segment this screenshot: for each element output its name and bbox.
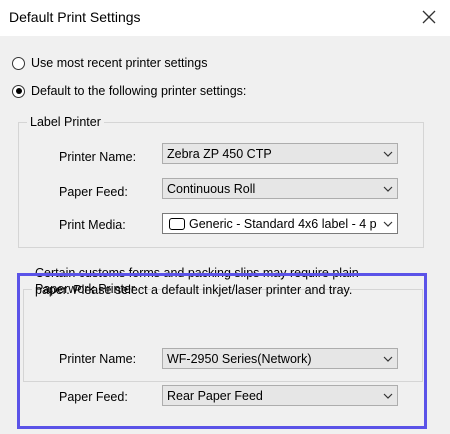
window-title: Default Print Settings bbox=[9, 9, 141, 25]
label-printer-name-label: Printer Name: bbox=[59, 150, 137, 164]
paperwork-highlight-frame bbox=[17, 273, 427, 429]
print-media-label: Print Media: bbox=[59, 218, 126, 232]
label-media-icon bbox=[169, 217, 185, 230]
label-printer-group-title: Label Printer bbox=[27, 115, 104, 129]
label-paper-feed-value: Continuous Roll bbox=[167, 181, 256, 196]
label-printer-name-select[interactable]: Zebra ZP 450 CTP bbox=[162, 143, 398, 164]
close-icon[interactable] bbox=[420, 8, 438, 26]
default-following-settings-option[interactable]: Default to the following printer setting… bbox=[12, 84, 246, 98]
title-bar: Default Print Settings bbox=[0, 0, 450, 36]
chevron-down-icon bbox=[379, 179, 397, 198]
default-following-radio[interactable] bbox=[12, 84, 25, 98]
print-media-select[interactable]: Generic - Standard 4x6 label - 4 p bbox=[162, 213, 398, 234]
chevron-down-icon bbox=[379, 214, 397, 233]
default-following-label: Default to the following printer setting… bbox=[31, 84, 247, 98]
use-recent-label: Use most recent printer settings bbox=[31, 56, 208, 70]
label-paper-feed-label: Paper Feed: bbox=[59, 185, 128, 199]
use-recent-settings-option[interactable]: Use most recent printer settings bbox=[12, 56, 207, 70]
label-paper-feed-select[interactable]: Continuous Roll bbox=[162, 178, 398, 199]
label-printer-name-value: Zebra ZP 450 CTP bbox=[167, 146, 272, 161]
use-recent-radio[interactable] bbox=[12, 56, 25, 70]
print-media-value: Generic - Standard 4x6 label - 4 p bbox=[189, 216, 377, 231]
chevron-down-icon bbox=[379, 144, 397, 163]
